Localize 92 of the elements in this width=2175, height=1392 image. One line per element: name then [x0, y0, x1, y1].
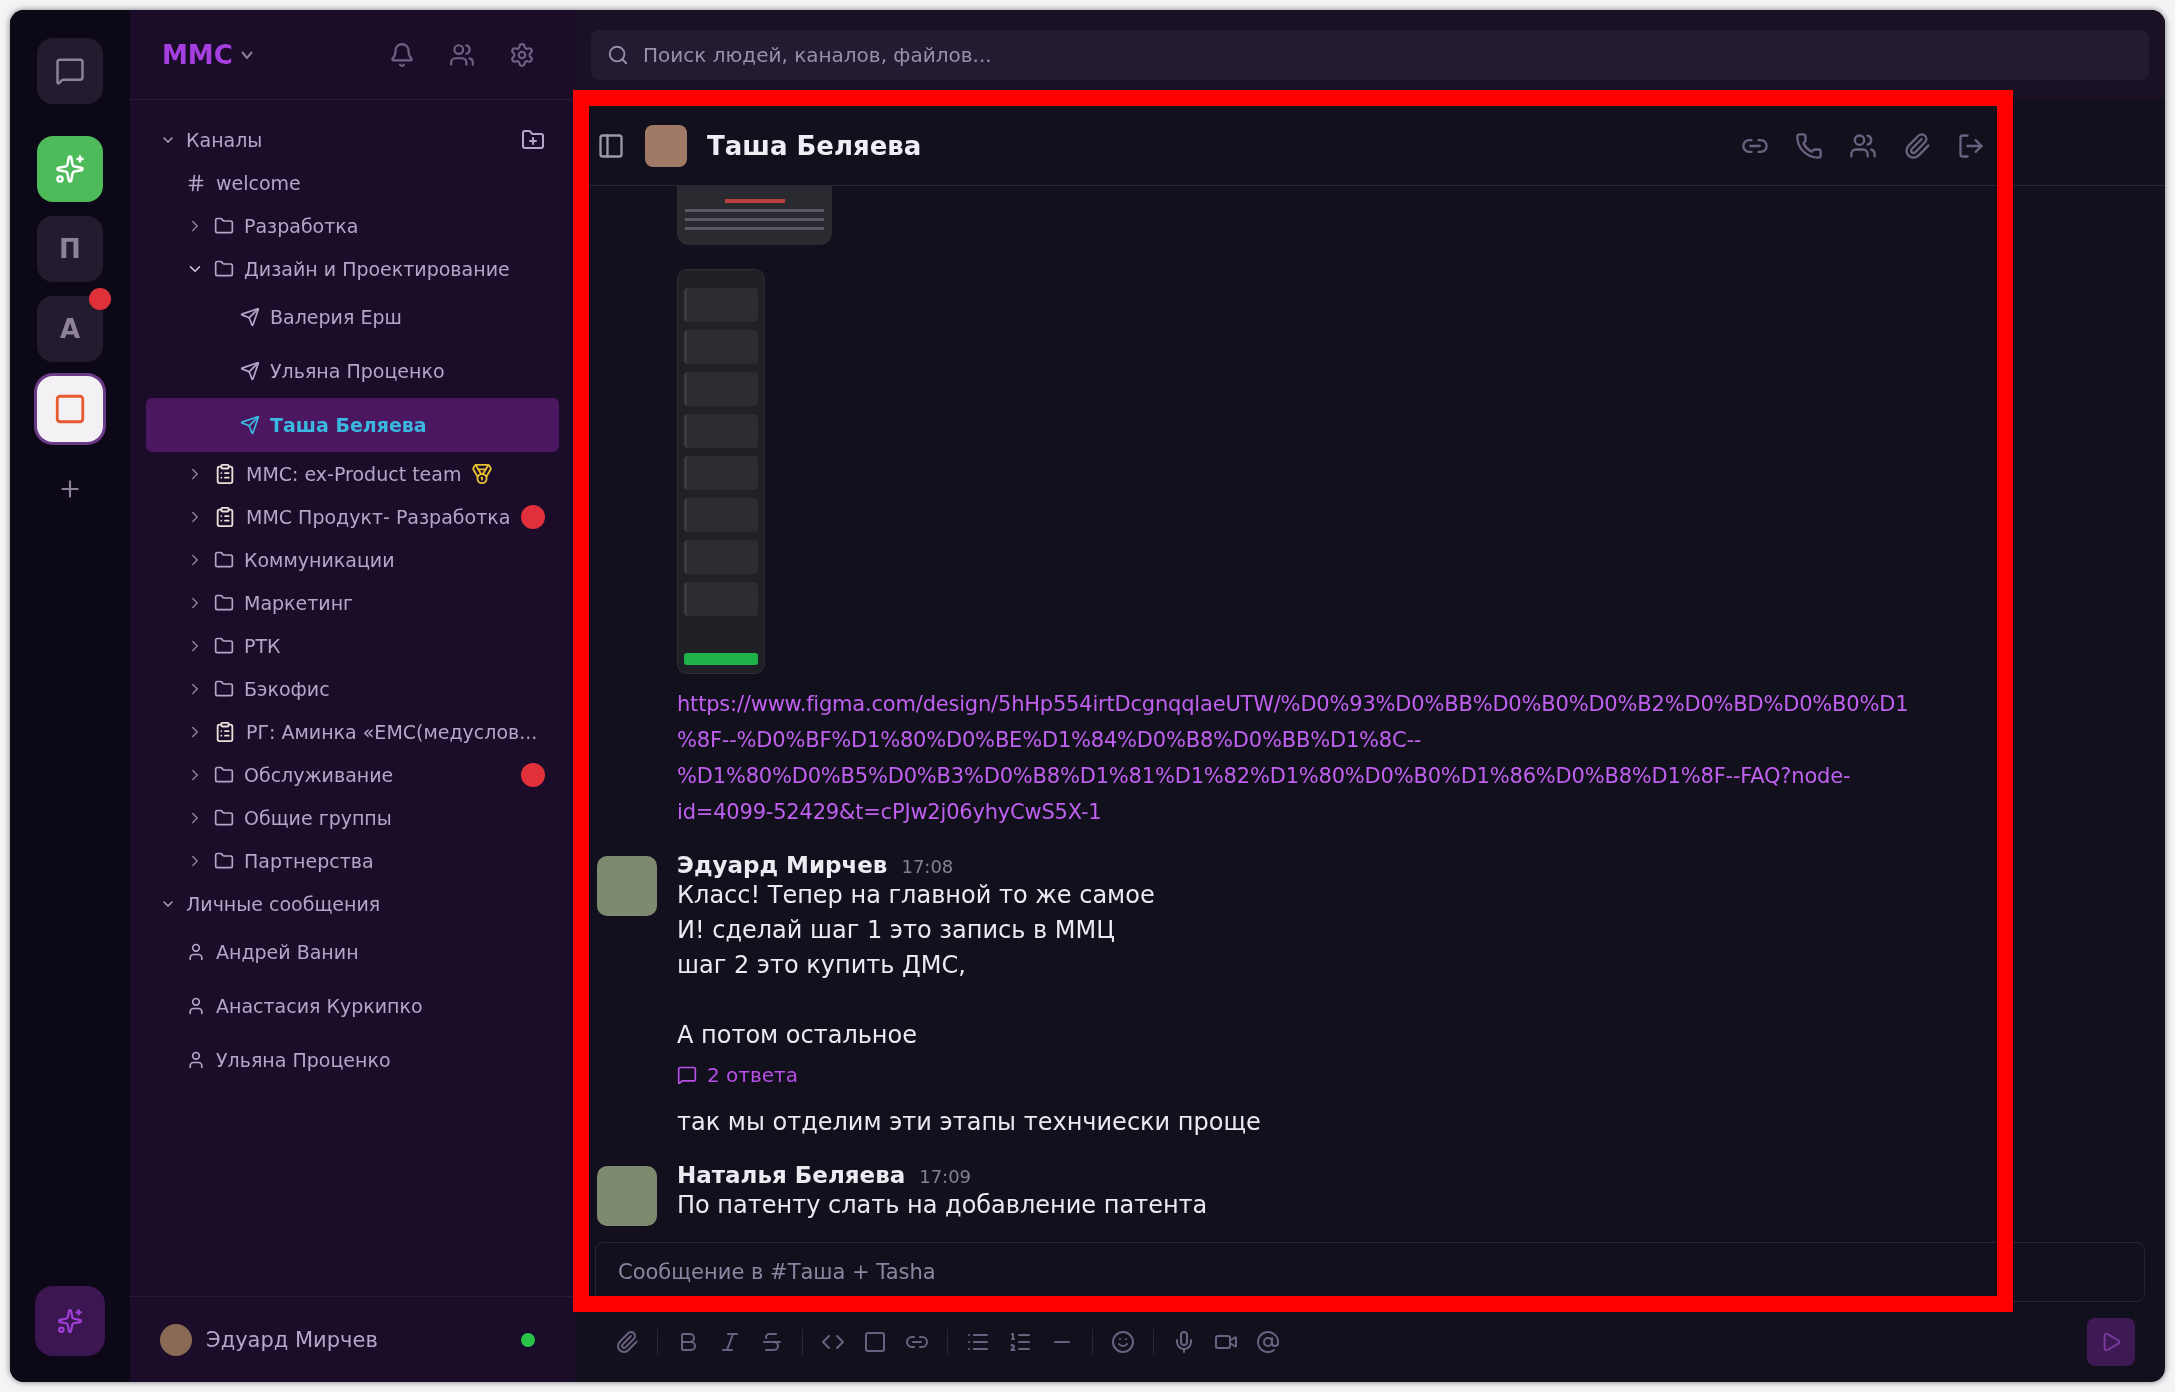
- sidebar-item[interactable]: Анастасия Куркипко: [146, 979, 559, 1033]
- workspace-button[interactable]: [37, 376, 103, 442]
- user-icon: [186, 942, 206, 962]
- call-button[interactable]: [1795, 131, 1823, 160]
- image-attachment[interactable]: [677, 269, 765, 674]
- user-icon: [186, 996, 206, 1016]
- folder-icon: [214, 678, 234, 699]
- workspace-name[interactable]: ММС: [162, 39, 253, 70]
- replies-link[interactable]: 2 ответа: [677, 1063, 1155, 1087]
- sidebar-item[interactable]: ММС Продукт- Разработка: [146, 495, 559, 538]
- paperclip-icon: [1903, 131, 1931, 160]
- search-field[interactable]: Поиск людей, каналов, файлов...: [591, 30, 2149, 80]
- sidebar-item[interactable]: Разработка: [146, 204, 559, 247]
- phone-icon: [1795, 131, 1823, 160]
- folder-icon: [214, 258, 234, 279]
- sparkle-icon: [57, 1308, 83, 1334]
- sidebar-item[interactable]: Андрей Ванин: [146, 925, 559, 979]
- caret-icon: [240, 50, 253, 59]
- sidebar-item[interactable]: Бэкофис: [146, 667, 559, 710]
- section-header[interactable]: Каналы: [146, 118, 559, 161]
- users-icon[interactable]: [449, 41, 475, 68]
- bell-icon[interactable]: [389, 41, 415, 68]
- folder-icon: [214, 764, 234, 785]
- sidebar-item[interactable]: Партнерства: [146, 839, 559, 882]
- user-icon: [186, 1050, 206, 1070]
- exit-icon: [1957, 131, 1985, 160]
- avatar: [597, 856, 657, 916]
- avatar: [645, 124, 687, 167]
- search-icon: [607, 44, 629, 66]
- message-text: По патенту слать на добавление патента: [677, 1190, 1208, 1221]
- sidebar-item[interactable]: Дизайн и Проектирование: [146, 247, 559, 290]
- author-name[interactable]: Наталья Беляева: [677, 1162, 906, 1188]
- author-name[interactable]: Эдуард Мирчев: [677, 852, 888, 878]
- sidebar-item[interactable]: Общие группы: [146, 796, 559, 839]
- folder-icon: [214, 850, 234, 871]
- emoji-icon[interactable]: [1111, 1330, 1135, 1354]
- ai-button[interactable]: [35, 1286, 105, 1356]
- mention-icon[interactable]: [1256, 1330, 1280, 1354]
- settings-icon[interactable]: [509, 41, 535, 68]
- sidebar-item[interactable]: ММС: ex-Product team: [146, 452, 559, 495]
- section-header[interactable]: Личные сообщения: [146, 882, 559, 925]
- sidebar-item[interactable]: Коммуникации: [146, 538, 559, 581]
- strikethrough-icon[interactable]: [760, 1330, 784, 1354]
- folder-icon: [214, 549, 234, 570]
- chat-icon: [55, 56, 85, 86]
- sidebar-item[interactable]: Ульяна Проценко: [146, 1033, 559, 1087]
- message-link[interactable]: id=4099-52429&t=cPJw2j06yhyCwS5X-1: [677, 794, 2135, 830]
- send-icon: [240, 361, 260, 381]
- folder-icon: [214, 592, 234, 613]
- sidebar-toggle-button[interactable]: [597, 131, 625, 160]
- members-button[interactable]: [1849, 131, 1877, 160]
- leave-button[interactable]: [1957, 131, 1985, 160]
- users-icon: [1849, 131, 1877, 160]
- clipboard-icon: [214, 505, 236, 528]
- message-link[interactable]: https://www.figma.com/design/5hHp554irtDcgnqqlaeUTW/%D0%93%D0%BB%D0%B0%D0%B2%D0%BD%D0%B0%D1: [677, 686, 2135, 722]
- sidebar-item[interactable]: Таша Беляева: [146, 398, 559, 452]
- comment-icon: [677, 1065, 697, 1085]
- sidebar-item[interactable]: РТК: [146, 624, 559, 667]
- sidebar-item[interactable]: Валерия Ерш: [146, 290, 559, 344]
- send-icon: [240, 307, 260, 327]
- chat-title: Таша Беляева: [707, 130, 922, 161]
- sidebar-item[interactable]: Ульяна Проценко: [146, 344, 559, 398]
- user-avatar[interactable]: [160, 1323, 192, 1356]
- message-input[interactable]: Сообщение в #Таша + Tasha: [595, 1242, 2145, 1302]
- user-name: Эдуард Мирчев: [206, 1327, 378, 1352]
- folder-icon: [214, 215, 234, 236]
- message-time: 17:08: [901, 856, 954, 877]
- workspace-button[interactable]: А: [37, 296, 103, 362]
- numbered-list-icon[interactable]: [1008, 1330, 1032, 1354]
- add-folder-icon[interactable]: [521, 127, 545, 152]
- clipboard-icon: [214, 720, 236, 743]
- message-time: 17:09: [919, 1166, 972, 1187]
- workspace-button[interactable]: П: [37, 216, 103, 282]
- message-link[interactable]: %8F--%D0%BF%D1%80%D0%BE%D1%84%D0%B8%D0%BB%D1%8C--: [677, 722, 2135, 758]
- sidebar-item[interactable]: РГ: Аминка «EMC(медуслов...: [146, 710, 559, 753]
- send-button[interactable]: [2087, 1318, 2135, 1366]
- message-text: так мы отделим эти этапы технчиески проще: [677, 1107, 1262, 1138]
- image-attachment[interactable]: [677, 186, 832, 245]
- sidebar-item[interactable]: Обслуживание: [146, 753, 559, 796]
- sidebar-item[interactable]: welcome: [146, 161, 559, 204]
- panel-icon: [597, 131, 625, 160]
- attachments-button[interactable]: [1903, 131, 1931, 160]
- workspace-button[interactable]: [37, 136, 103, 202]
- clipboard-icon: [214, 462, 236, 485]
- sidebar-item[interactable]: Маркетинг: [146, 581, 559, 624]
- send-icon: [240, 415, 260, 435]
- paperclip-icon[interactable]: [615, 1330, 639, 1354]
- avatar: [597, 1166, 657, 1226]
- folder-icon: [214, 635, 234, 656]
- message-link[interactable]: %D1%80%D0%B5%D0%B3%D0%B8%D1%81%D1%82%D1%80%D0%B0%D1%86%D0%B8%D1%8F--FAQ?node-: [677, 758, 2135, 794]
- hash-icon: [186, 172, 206, 193]
- folder-icon: [214, 807, 234, 828]
